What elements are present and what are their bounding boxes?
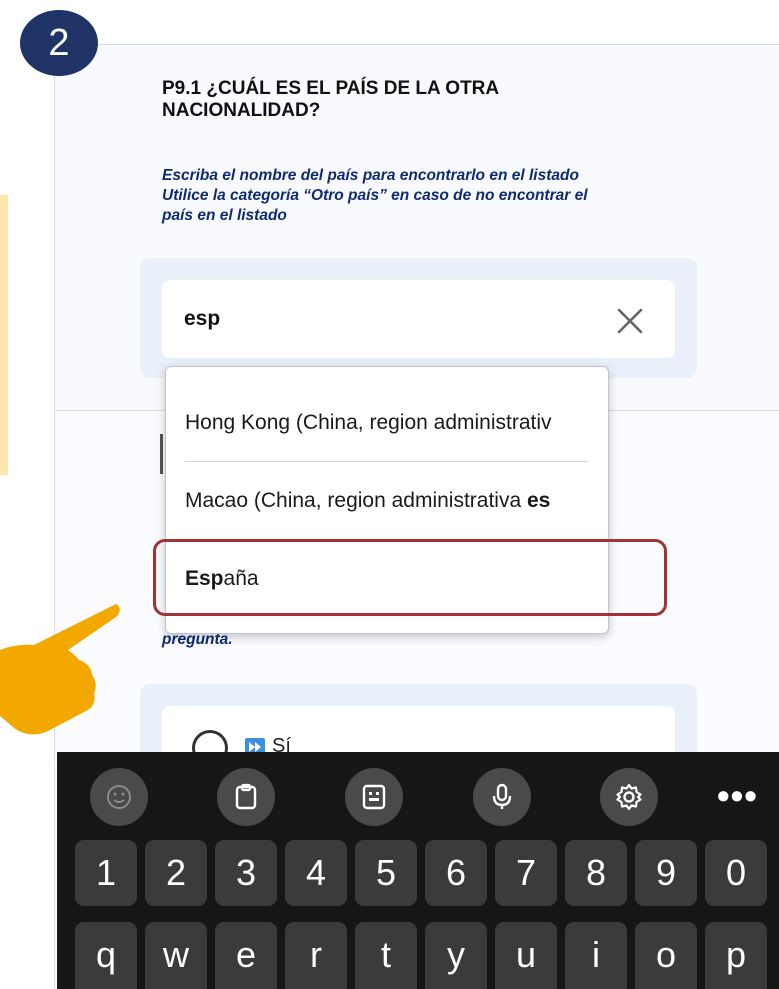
dropdown-option-macao[interactable]: Macao (China, region administrativa es: [166, 462, 608, 540]
keyboard-layout-icon: [362, 784, 386, 810]
clear-search-button[interactable]: [615, 306, 645, 336]
side-highlight: [0, 195, 8, 475]
key-7[interactable]: 7: [495, 840, 557, 906]
key-q[interactable]: q: [75, 922, 137, 989]
text-cursor-marker: [160, 434, 163, 474]
dropdown-option-hong-kong[interactable]: Hong Kong (China, region administrativ: [166, 384, 608, 462]
key-i[interactable]: i: [565, 922, 627, 989]
key-2[interactable]: 2: [145, 840, 207, 906]
question-title: P9.1 ¿CUÁL ES EL PAÍS DE LA OTRA NACIONA…: [162, 78, 499, 121]
option-text: Macao (China, region administrativa: [185, 489, 527, 512]
key-9[interactable]: 9: [635, 840, 697, 906]
key-5[interactable]: 5: [355, 840, 417, 906]
microphone-icon: [492, 783, 512, 809]
content-top-rule: [96, 44, 779, 45]
instruction-line: país en el listado: [162, 207, 287, 224]
key-6[interactable]: 6: [425, 840, 487, 906]
settings-icon: [616, 783, 642, 811]
instruction-line: Utilice la categoría “Otro país” en caso…: [162, 187, 588, 204]
key-y[interactable]: y: [425, 922, 487, 989]
key-1[interactable]: 1: [75, 840, 137, 906]
emoji-icon: [107, 785, 131, 809]
selected-option-highlight: [153, 539, 667, 616]
more-options-button[interactable]: •••: [717, 775, 758, 817]
key-8[interactable]: 8: [565, 840, 627, 906]
question-instructions: Escriba el nombre del país para encontra…: [162, 166, 662, 226]
voice-input-button[interactable]: [473, 768, 531, 826]
key-0[interactable]: 0: [705, 840, 767, 906]
key-o[interactable]: o: [635, 922, 697, 989]
keyboard-settings-button[interactable]: [600, 768, 658, 826]
key-p[interactable]: p: [705, 922, 767, 989]
key-u[interactable]: u: [495, 922, 557, 989]
key-4[interactable]: 4: [285, 840, 347, 906]
instruction-line: Escriba el nombre del país para encontra…: [162, 167, 579, 184]
step-badge: 2: [20, 10, 98, 76]
key-e[interactable]: e: [215, 922, 277, 989]
key-r[interactable]: r: [285, 922, 347, 989]
key-3[interactable]: 3: [215, 840, 277, 906]
country-search-input[interactable]: esp: [162, 280, 675, 358]
key-t[interactable]: t: [355, 922, 417, 989]
keyboard-layout-button[interactable]: [345, 768, 403, 826]
key-w[interactable]: w: [145, 922, 207, 989]
pointing-hand-icon: [0, 604, 120, 735]
option-match: es: [527, 489, 551, 512]
clipboard-icon: [235, 783, 257, 810]
close-icon: [617, 308, 643, 334]
clipboard-button[interactable]: [217, 768, 275, 826]
emoji-button[interactable]: [90, 768, 148, 826]
option-text: Hong Kong (China, region administrativ: [185, 411, 552, 434]
